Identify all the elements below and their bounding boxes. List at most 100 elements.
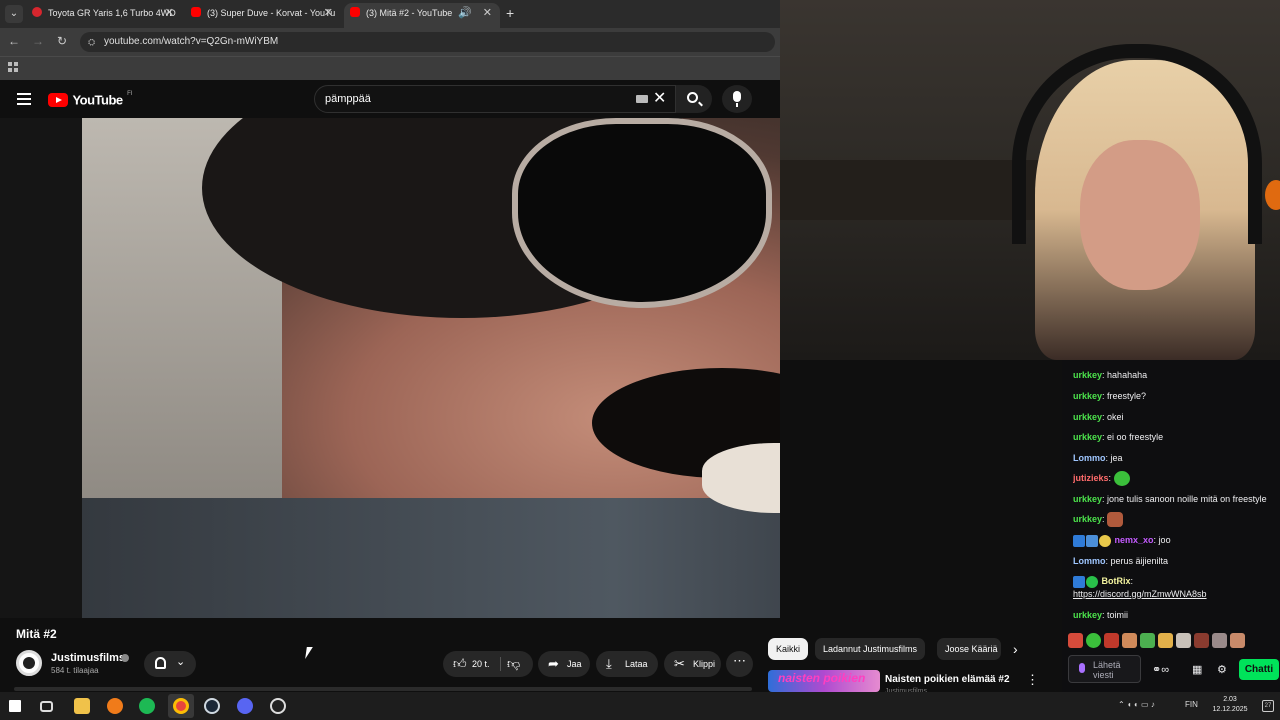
chat-message: urkkey: jone tulis sanoon noille mitä on…	[1073, 494, 1267, 504]
tab-title: Toyota GR Yaris 1,6 Turbo 4WD	[48, 8, 176, 18]
voice-search-button[interactable]	[722, 85, 752, 113]
like-dislike-group: 👍︎ 20 t. 👎︎	[443, 651, 533, 677]
tab-super-duve[interactable]: (3) Super Duve - Korvat - YouTu ✕	[185, 3, 341, 28]
settings-gear-icon[interactable]: ⚙	[1217, 663, 1227, 676]
scissors-icon: ✂	[674, 656, 685, 671]
youtube-play-icon	[48, 92, 68, 107]
url-field[interactable]: ⛭ youtube.com/watch?v=Q2Gn-mWiYBM	[80, 32, 775, 52]
close-tab-icon[interactable]: ✕	[165, 3, 174, 24]
forward-arrow-icon[interactable]: →	[30, 34, 46, 48]
tab-title: (3) Super Duve - Korvat - YouTu	[207, 8, 336, 18]
chrome-icon[interactable]	[173, 698, 189, 714]
emote-icon[interactable]	[1086, 633, 1101, 648]
search-input[interactable]: pämppää	[314, 85, 676, 113]
recommendation-thumbnail[interactable]: naisten poikien	[768, 670, 880, 692]
back-arrow-icon[interactable]: ←	[6, 34, 22, 48]
address-bar-row: ← → ↻ ⛭ youtube.com/watch?v=Q2Gn-mWiYBM	[0, 28, 780, 56]
chip-uploaded-by[interactable]: Ladannut Justimusfilms	[815, 638, 926, 660]
chat-message: urkkey: toimii	[1073, 610, 1129, 620]
emote-icon[interactable]	[1194, 633, 1209, 648]
youtube-favicon-icon	[350, 7, 360, 17]
more-actions-icon[interactable]: ⋯	[726, 651, 753, 677]
apps-grid-icon[interactable]	[8, 62, 19, 73]
recommendation-menu-icon[interactable]: ⋮	[1026, 672, 1039, 688]
task-view-icon[interactable]	[40, 701, 53, 712]
badge-icon	[1099, 534, 1111, 547]
new-tab-icon[interactable]: +	[506, 5, 514, 21]
store-icon[interactable]: ▦	[1192, 663, 1202, 676]
region-code: FI	[127, 91, 133, 97]
verified-icon	[121, 654, 129, 662]
clear-search-icon[interactable]: ✕	[653, 88, 666, 108]
notification-count[interactable]: 27	[1262, 700, 1274, 712]
chip-joose[interactable]: Joose Kääriä	[937, 638, 1001, 660]
emote-icon[interactable]	[1140, 633, 1155, 648]
horizontal-scrollbar[interactable]	[14, 687, 752, 691]
chip-all[interactable]: Kaikki	[768, 638, 809, 660]
discord-icon[interactable]	[237, 698, 253, 714]
like-icon[interactable]: 👍︎	[453, 651, 467, 677]
emote-icon[interactable]	[1176, 633, 1191, 648]
chevron-right-icon[interactable]: ›	[1013, 641, 1018, 657]
search-button[interactable]	[676, 85, 712, 113]
tab-mita[interactable]: (3) Mitä #2 - YouTube 🔊 ✕	[344, 3, 500, 28]
chat-message: nemx_xo: joo	[1073, 534, 1278, 547]
chat-send-button[interactable]: Chatti	[1239, 659, 1279, 680]
download-icon: ⤓	[606, 656, 612, 671]
microphone-icon[interactable]	[1079, 663, 1085, 673]
streamer-webcam	[780, 0, 1280, 360]
spotify-icon[interactable]	[139, 698, 155, 714]
download-button[interactable]: ⤓ Lataa	[596, 651, 658, 677]
steam-icon[interactable]	[204, 698, 220, 714]
chat-message: urkkey: ei oo freestyle	[1073, 432, 1164, 442]
emote-icon[interactable]	[1212, 633, 1227, 648]
subscriber-count: 584 t. tilaajaa	[51, 666, 99, 675]
input-language[interactable]: FIN	[1185, 700, 1198, 709]
site-info-icon[interactable]: ⛭	[88, 32, 95, 52]
close-tab-icon[interactable]: ✕	[324, 3, 333, 24]
verified-bot-icon	[1086, 575, 1098, 588]
badge-icon	[1086, 534, 1098, 547]
reload-icon[interactable]: ↻	[54, 34, 70, 48]
youtube-logo[interactable]: YouTube FI	[48, 91, 132, 107]
menu-icon[interactable]	[17, 93, 31, 105]
badge-icon	[1073, 575, 1085, 588]
emote-icon[interactable]	[1158, 633, 1173, 648]
link-icon[interactable]: ⚭∞	[1152, 663, 1169, 676]
subscribed-bell-button[interactable]: ⌄	[144, 651, 196, 677]
chat-link[interactable]: https://discord.gg/mZmwWNA8sb	[1073, 588, 1278, 601]
video-frame	[82, 118, 780, 618]
windows-start-icon[interactable]	[9, 700, 21, 712]
emote-icon[interactable]	[1122, 633, 1137, 648]
search-icon	[687, 92, 698, 103]
clip-button[interactable]: ✂ Klippi	[664, 651, 721, 677]
firefox-icon[interactable]	[107, 698, 123, 714]
share-button[interactable]: ➦ Jaa	[538, 651, 590, 677]
green-emote-icon	[1113, 471, 1130, 486]
bell-icon	[155, 657, 166, 669]
youtube-wordmark: YouTube	[72, 92, 123, 108]
dislike-icon[interactable]: 👎︎	[507, 651, 520, 677]
file-explorer-icon[interactable]	[74, 698, 90, 714]
keyboard-icon[interactable]	[636, 95, 648, 103]
toyota-favicon-icon	[32, 7, 42, 17]
tray-icons[interactable]: ⌃ ◖ ◐ ▭ ♪	[1118, 700, 1155, 709]
close-tab-icon[interactable]: ✕	[483, 3, 492, 24]
tab-search-menu-icon[interactable]: ⌄	[5, 5, 23, 23]
channel-avatar[interactable]	[16, 650, 42, 676]
tab-toyota[interactable]: Toyota GR Yaris 1,6 Turbo 4WD ✕	[26, 3, 182, 28]
recommendation-title[interactable]: Naisten poikien elämää #2	[885, 674, 1010, 685]
share-icon: ➦	[548, 656, 559, 671]
emote-icon[interactable]	[1068, 633, 1083, 648]
channel-name[interactable]: Justimusfilms	[51, 652, 125, 664]
emote-icon[interactable]	[1104, 633, 1119, 648]
chat-input[interactable]: Lähetä viesti	[1068, 655, 1141, 683]
obs-icon[interactable]	[270, 698, 286, 714]
video-player[interactable]	[0, 118, 780, 618]
audio-playing-icon[interactable]: 🔊	[458, 3, 472, 24]
taskbar-clock[interactable]: 2.03 12.12.2025	[1200, 695, 1260, 715]
like-count[interactable]: 20 t.	[472, 651, 490, 677]
chat-message: jutizieks:	[1073, 471, 1278, 486]
screen: ⌄ Toyota GR Yaris 1,6 Turbo 4WD ✕ (3) Su…	[0, 0, 1280, 720]
emote-icon[interactable]	[1230, 633, 1245, 648]
